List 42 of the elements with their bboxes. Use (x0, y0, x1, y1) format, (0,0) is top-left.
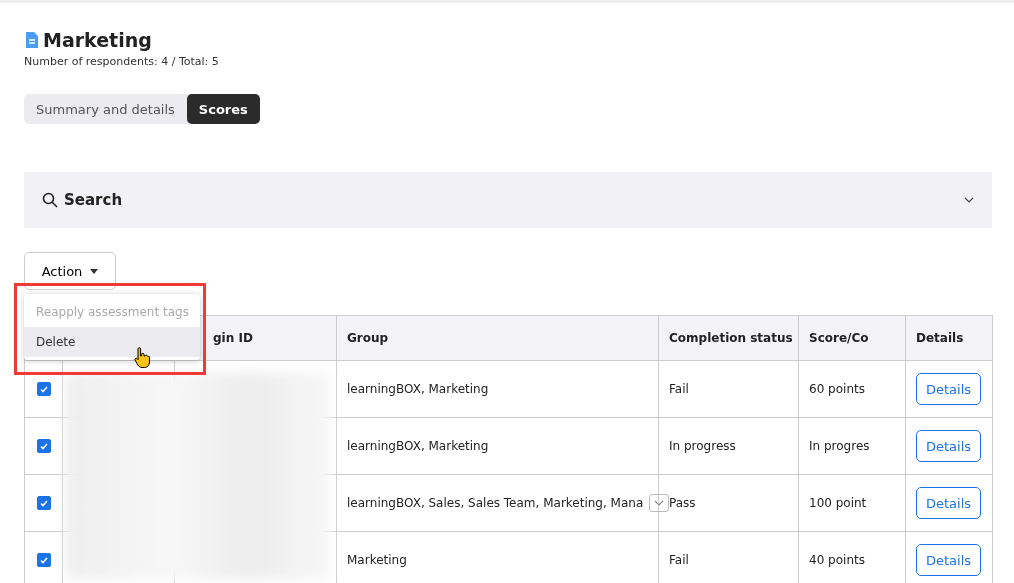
table-cell: Pass (669, 496, 696, 510)
hand-cursor-icon (134, 347, 150, 369)
expand-button[interactable] (649, 494, 670, 512)
details-button[interactable]: Details (916, 373, 982, 405)
tab[interactable]: Scores (186, 94, 260, 124)
tab[interactable]: Summary and details (24, 94, 187, 124)
search-panel[interactable]: Search (24, 172, 992, 228)
table-cell: 60 points (809, 382, 865, 396)
row-checkbox[interactable] (36, 553, 51, 568)
check-icon (39, 385, 48, 393)
table-cell: Marketing (347, 553, 407, 567)
row-checkbox[interactable] (36, 496, 51, 511)
caret-icon (90, 268, 99, 274)
table-cell: 100 point (809, 496, 867, 510)
column-header: Score/Co (798, 315, 906, 361)
table-cell: learningBOX, Marketing (347, 382, 489, 396)
table-cell: 40 points (809, 553, 865, 567)
row-checkbox[interactable] (36, 439, 51, 454)
table-cell: Fail (669, 382, 689, 396)
check-icon (39, 442, 48, 450)
chevron-icon (654, 500, 665, 506)
table-cell: Fail (669, 553, 689, 567)
search-icon (42, 192, 58, 208)
document-icon (24, 31, 40, 49)
menu-item[interactable]: Delete (24, 327, 200, 357)
table-cell: learningBOX, Marketing (347, 439, 489, 453)
details-button[interactable]: Details (916, 544, 982, 576)
details-button[interactable]: Details (916, 430, 982, 462)
row-checkbox[interactable] (36, 382, 51, 397)
search-label: Search (64, 191, 124, 209)
check-icon (39, 499, 48, 507)
table-cell: In progress (669, 439, 736, 453)
table-cell: learningBOX, Sales, Sales Team, Marketing, Mana (347, 495, 644, 510)
column-header: Group (336, 315, 659, 361)
column-header: Details (905, 315, 993, 361)
page-title: Marketing (43, 29, 152, 51)
check-icon (39, 556, 48, 564)
details-button[interactable]: Details (916, 487, 982, 519)
respondents-count: Number of respondents: 4 / Total: 5 (24, 55, 220, 68)
column-header: Completion status (658, 315, 799, 361)
action-button[interactable]: Action (24, 252, 116, 290)
table-cell: In progres (809, 439, 870, 453)
